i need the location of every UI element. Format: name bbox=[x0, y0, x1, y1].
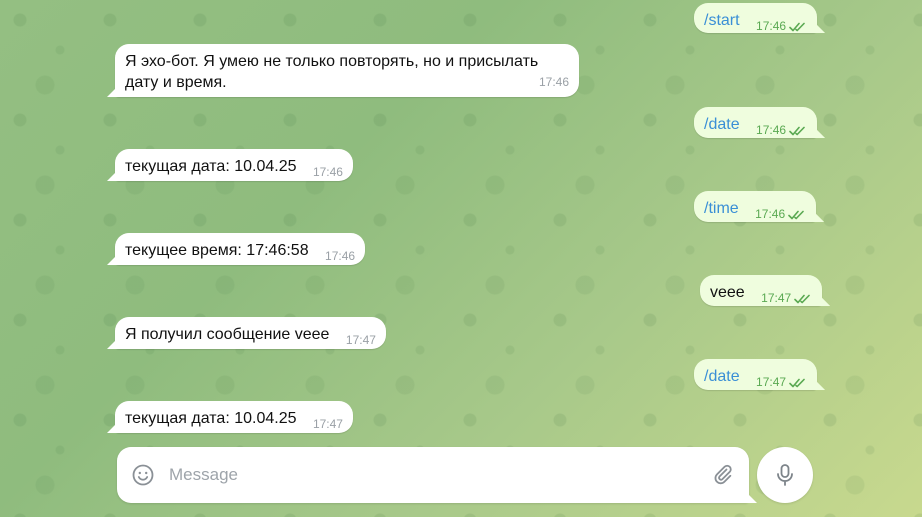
microphone-icon bbox=[777, 464, 793, 486]
message-time: 17:47 bbox=[312, 417, 343, 431]
message-meta: 17:47 bbox=[761, 288, 812, 309]
message-meta: 17:47 bbox=[756, 372, 807, 393]
message-text: Я эхо-бот. Я умею не только повторять, н… bbox=[125, 53, 539, 91]
message-time: 17:47 bbox=[761, 291, 792, 305]
command-link[interactable]: /start bbox=[704, 12, 740, 29]
outgoing-message[interactable]: /time 17:46 bbox=[694, 191, 817, 225]
incoming-message[interactable]: текущая дата: 10.04.25 17:46 bbox=[115, 149, 353, 181]
microphone-button[interactable] bbox=[757, 447, 813, 503]
message-composer[interactable]: Message bbox=[117, 447, 749, 503]
message-time: 17:47 bbox=[345, 333, 376, 347]
message-time: 17:46 bbox=[755, 207, 786, 221]
incoming-message[interactable]: текущее время: 17:46:58 17:46 bbox=[115, 233, 366, 267]
double-check-icon bbox=[788, 210, 804, 219]
message-meta: 17:46 bbox=[755, 204, 806, 225]
message-meta: 17:46 bbox=[756, 16, 807, 37]
message-meta: 17:46 bbox=[313, 162, 343, 183]
message-time: 17:47 bbox=[756, 375, 787, 389]
double-check-icon bbox=[794, 294, 810, 303]
message-time: 17:46 bbox=[538, 75, 569, 89]
message-time: 17:46 bbox=[325, 249, 356, 263]
message-time: 17:46 bbox=[756, 19, 787, 33]
outgoing-message[interactable]: /start 17:46 bbox=[694, 3, 818, 33]
outgoing-message[interactable]: /date 17:47 bbox=[694, 359, 818, 393]
double-check-icon bbox=[789, 22, 805, 31]
message-text: veee bbox=[710, 284, 745, 301]
command-link[interactable]: /time bbox=[704, 200, 739, 217]
message-time: 17:46 bbox=[312, 165, 343, 179]
incoming-message[interactable]: текущая дата: 10.04.25 17:47 bbox=[115, 401, 353, 433]
message-text: Я получил сообщение veee bbox=[125, 326, 330, 343]
message-meta: 17:47 bbox=[346, 330, 376, 351]
incoming-message[interactable]: Я получил сообщение veee 17:47 bbox=[115, 317, 386, 349]
emoji-icon[interactable] bbox=[131, 463, 155, 487]
message-input[interactable]: Message bbox=[169, 465, 711, 485]
incoming-message[interactable]: Я эхо-бот. Я умею не только повторять, н… bbox=[115, 44, 579, 97]
double-check-icon bbox=[789, 126, 805, 135]
message-text: текущее время: 17:46:58 bbox=[125, 242, 309, 259]
message-time: 17:46 bbox=[756, 123, 787, 137]
command-link[interactable]: /date bbox=[704, 116, 740, 133]
message-text: текущая дата: 10.04.25 bbox=[125, 158, 297, 175]
message-meta: 17:46 bbox=[756, 120, 807, 141]
message-meta: 17:47 bbox=[313, 414, 343, 435]
message-meta: 17:46 bbox=[325, 246, 355, 267]
message-text: текущая дата: 10.04.25 bbox=[125, 410, 297, 427]
double-check-icon bbox=[789, 378, 805, 387]
command-link[interactable]: /date bbox=[704, 368, 740, 385]
message-meta: 17:46 bbox=[539, 72, 569, 93]
paperclip-icon[interactable] bbox=[711, 463, 735, 487]
outgoing-message[interactable]: /date 17:46 bbox=[694, 107, 818, 141]
outgoing-message[interactable]: veee 17:47 bbox=[700, 275, 823, 309]
